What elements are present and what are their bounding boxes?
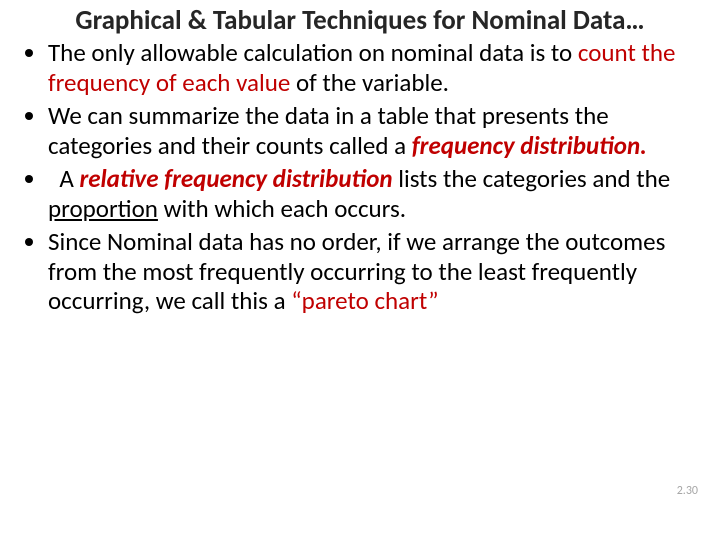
bullet-4: Since Nominal data has no order, if we a…: [48, 227, 702, 316]
bullet-2: We can summarize the data in a table tha…: [48, 101, 702, 160]
bullet-3-text-c: lists the categories and the: [393, 163, 671, 194]
slide: Graphical & Tabular Techniques for Nomin…: [0, 0, 720, 540]
bullet-list: The only allowable calculation on nomina…: [18, 38, 702, 316]
bullet-3-text-e: with which each occurs.: [158, 193, 406, 224]
bullet-4-emph: “pareto chart”: [291, 285, 438, 316]
bullet-1-text-c: of the variable.: [290, 67, 449, 98]
bullet-3: A relative frequency distribution lists …: [48, 164, 702, 223]
slide-title: Graphical & Tabular Techniques for Nomin…: [18, 6, 702, 36]
page-number: 2.30: [677, 484, 698, 498]
bullet-3-emph: relative frequency distribution: [79, 163, 392, 194]
bullet-1-text-a: The only allowable calculation on nomina…: [48, 37, 578, 68]
bullet-1: The only allowable calculation on nomina…: [48, 38, 702, 97]
bullet-2-emph: frequency distribution.: [412, 130, 647, 161]
bullet-3-underline: proportion: [48, 193, 158, 224]
bullet-3-text-a: A: [59, 163, 79, 194]
